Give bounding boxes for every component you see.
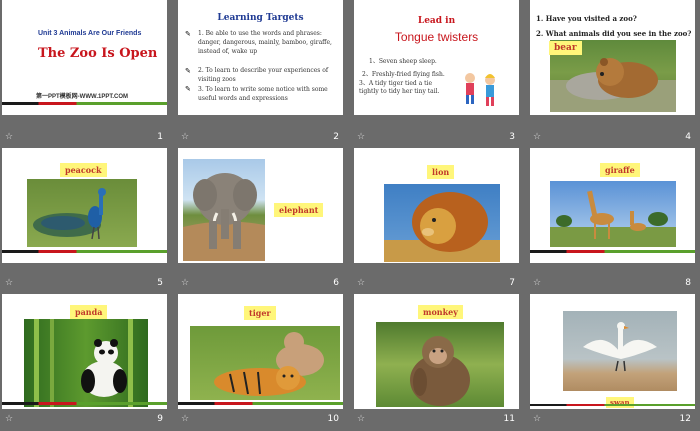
slide-number-bar-4: ☆ 4 <box>530 127 695 149</box>
slide-2-heading: Learning Targets <box>217 13 304 23</box>
star-icon: ☆ <box>533 278 542 288</box>
animal-label-peacock: peacock <box>60 163 107 177</box>
slide-number-bar-8: ☆ 8 <box>530 273 695 295</box>
slide-number: 10 <box>327 414 339 424</box>
slide-3-line-2: 2、Freshly-fried flying fish. <box>362 71 445 78</box>
slide-number: 2 <box>333 132 339 142</box>
animal-label-swan: swan <box>606 397 634 408</box>
pencil-bullet-icon: ✎ <box>185 31 191 38</box>
slide-number-bar-7: ☆ 7 <box>354 273 519 295</box>
slide-number: 4 <box>685 132 691 142</box>
giraffe-photo <box>550 181 676 247</box>
animal-label-lion: lion <box>427 165 455 179</box>
slide-1-title: The Zoo Is Open <box>38 46 158 61</box>
slide-number: 11 <box>503 414 515 424</box>
slide-accent-strip <box>2 402 167 405</box>
star-icon: ☆ <box>5 414 14 424</box>
slide-3-line-1: 1、Seven sheep sleep. <box>369 58 437 65</box>
pencil-bullet-icon: ✎ <box>185 68 191 75</box>
panda-photo <box>24 319 148 407</box>
star-icon: ☆ <box>5 132 14 142</box>
star-icon: ☆ <box>357 132 366 142</box>
slide-number-bar-11: ☆ 11 <box>354 409 519 431</box>
slide-number: 5 <box>157 278 163 288</box>
slide-1-unit: Unit 3 Animals Are Our Friends <box>38 30 142 37</box>
star-icon: ☆ <box>357 278 366 288</box>
star-icon: ☆ <box>533 132 542 142</box>
slide-number: 1 <box>157 132 163 142</box>
animal-label-monkey: monkey <box>418 305 463 319</box>
cartoon-kids-illustration <box>465 73 495 106</box>
lion-photo <box>384 184 500 262</box>
animal-label-giraffe: giraffe <box>600 163 640 177</box>
slide-4-question-2: 2. What animals did you see in the zoo? <box>536 29 692 38</box>
peacock-photo <box>27 179 137 247</box>
slide-3-line-3: 3、A tidy tiger tied a tie tightly to tid… <box>359 80 440 95</box>
slide-number-bar-10: ☆ 10 <box>178 409 343 431</box>
tiger-photo <box>190 326 340 400</box>
slide-number-bar-2: ☆ 2 <box>178 127 343 149</box>
slide-number-bar-6: ☆ 6 <box>178 273 343 295</box>
animal-label-tiger: tiger <box>244 306 276 320</box>
slide-thumbnail-9[interactable]: panda <box>2 294 167 409</box>
slide-number: 9 <box>157 414 163 424</box>
star-icon: ☆ <box>181 132 190 142</box>
slide-4-question-1: 1. Have you visited a zoo? <box>536 14 637 23</box>
slide-number-bar-12: ☆ 12 <box>530 409 695 431</box>
slide-accent-strip <box>2 250 167 253</box>
slide-2-item-1: 1. Be able to use the words and phrases:… <box>198 30 332 55</box>
slide-3-subheading: Tongue twisters <box>394 30 479 44</box>
slide-number: 8 <box>685 278 691 288</box>
slide-1-footer: 第一PPT模板网-WWW.1PPT.COM <box>36 94 128 100</box>
slide-thumbnail-4[interactable]: 1. Have you visited a zoo? 2. What anima… <box>530 0 695 115</box>
star-icon: ☆ <box>181 278 190 288</box>
slide-accent-strip <box>2 102 167 105</box>
slide-accent-strip <box>530 404 695 406</box>
star-icon: ☆ <box>181 414 190 424</box>
slide-thumbnail-6[interactable]: elephant <box>178 148 343 263</box>
slide-number: 6 <box>333 278 339 288</box>
animal-label-panda: panda <box>70 305 108 319</box>
slide-thumbnail-1[interactable]: Unit 3 Animals Are Our Friends The Zoo I… <box>2 0 167 115</box>
slide-thumbnail-3[interactable]: Lead in Tongue twisters 1、Seven sheep sl… <box>354 0 519 115</box>
slide-thumbnail-5[interactable]: peacock <box>2 148 167 263</box>
slide-thumbnail-12[interactable]: swan <box>530 294 695 409</box>
slide-number-bar-3: ☆ 3 <box>354 127 519 149</box>
slide-thumbnail-7[interactable]: lion <box>354 148 519 263</box>
star-icon: ☆ <box>5 278 14 288</box>
star-icon: ☆ <box>357 414 366 424</box>
slide-number-bar-1: ☆ 1 <box>2 127 167 149</box>
animal-label-elephant: elephant <box>274 203 324 217</box>
slide-accent-strip <box>530 250 695 253</box>
slide-thumbnail-11[interactable]: monkey <box>354 294 519 409</box>
monkey-photo <box>376 322 504 407</box>
slide-number-bar-5: ☆ 5 <box>2 273 167 295</box>
swan-photo <box>563 311 677 391</box>
slide-3-heading: Lead in <box>417 16 456 26</box>
animal-label-bear: bear <box>549 41 582 55</box>
slide-thumbnail-8[interactable]: giraffe <box>530 148 695 263</box>
slide-number: 7 <box>509 278 515 288</box>
slide-thumbnail-2[interactable]: Learning Targets ✎ 1. Be able to use the… <box>178 0 343 115</box>
slide-number-bar-9: ☆ 9 <box>2 409 167 431</box>
slide-accent-strip <box>178 402 343 405</box>
star-icon: ☆ <box>533 414 542 424</box>
slide-number: 12 <box>679 414 691 424</box>
elephant-photo <box>183 159 265 261</box>
slide-number: 3 <box>509 132 515 142</box>
slide-2-item-3: 3. To learn to write some notice with so… <box>198 86 328 102</box>
slide-2-item-2: 2. To learn to describe your experiences… <box>198 67 329 83</box>
slide-thumbnail-10[interactable]: tiger <box>178 294 343 409</box>
pencil-bullet-icon: ✎ <box>185 86 191 93</box>
